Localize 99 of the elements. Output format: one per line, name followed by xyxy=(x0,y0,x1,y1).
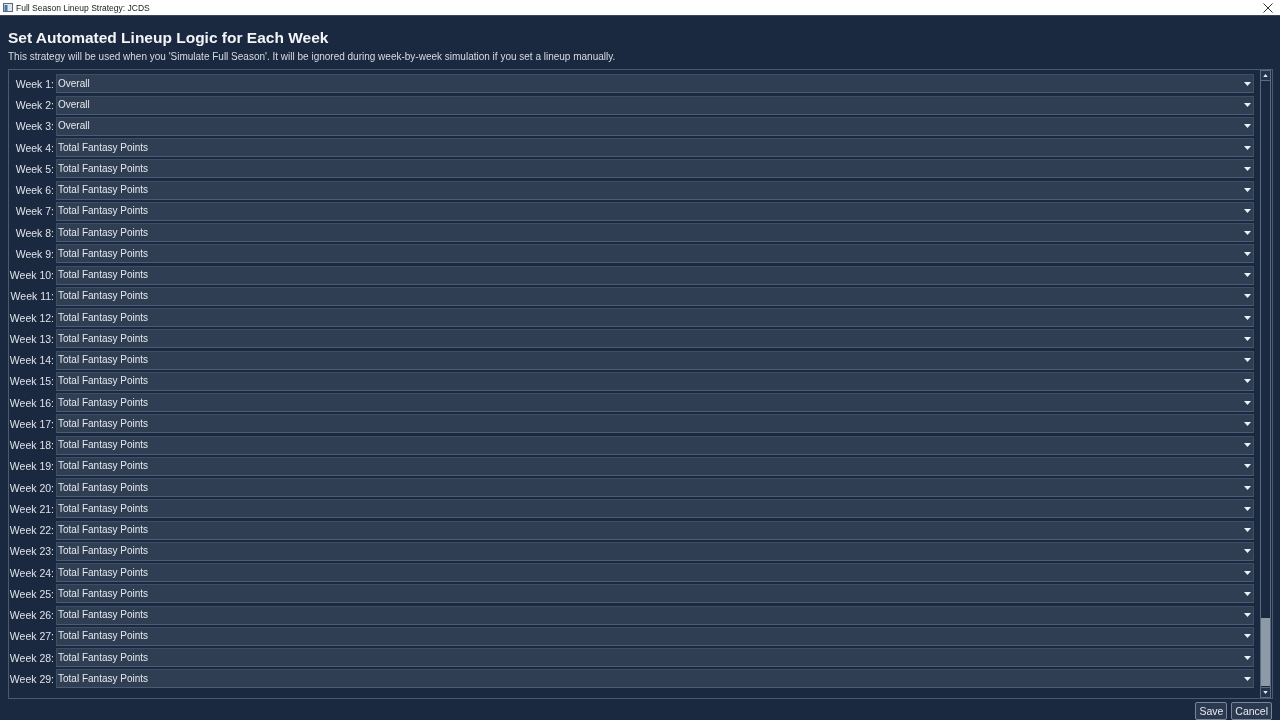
strategy-dropdown[interactable]: Total Fantasy Points xyxy=(56,138,1254,158)
week-label: Week 26: xyxy=(9,608,55,623)
caret-down-icon xyxy=(1244,570,1251,575)
strategy-dropdown[interactable]: Total Fantasy Points xyxy=(56,563,1254,583)
strategy-dropdown[interactable]: Total Fantasy Points xyxy=(56,478,1254,498)
week-label: Week 9: xyxy=(14,246,55,261)
week-label: Week 28: xyxy=(9,650,55,665)
week-label: Week 13: xyxy=(9,331,55,346)
strategy-dropdown[interactable]: Total Fantasy Points xyxy=(56,626,1254,646)
week-label: Week 17: xyxy=(9,416,55,431)
caret-down-icon xyxy=(1244,336,1251,341)
strategy-dropdown[interactable]: Overall xyxy=(56,116,1254,136)
caret-down-icon xyxy=(1244,634,1251,639)
week-label: Week 7: xyxy=(14,204,55,219)
week-label: Week 4: xyxy=(14,140,55,155)
strategy-dropdown[interactable]: Total Fantasy Points xyxy=(56,456,1254,476)
strategy-dropdown[interactable]: Total Fantasy Points xyxy=(56,180,1254,200)
caret-down-icon xyxy=(1244,188,1251,193)
week-label: Week 14: xyxy=(9,353,55,368)
strategy-dropdown[interactable]: Total Fantasy Points xyxy=(56,159,1254,179)
strategy-dropdown[interactable]: Total Fantasy Points xyxy=(56,393,1254,413)
triangle-down-icon xyxy=(1263,691,1268,694)
week-label: Week 10: xyxy=(9,268,55,283)
strategy-dropdown[interactable]: Total Fantasy Points xyxy=(56,223,1254,243)
caret-down-icon xyxy=(1244,591,1251,596)
caret-down-icon xyxy=(1244,464,1251,469)
strategy-dropdown[interactable]: Total Fantasy Points xyxy=(56,371,1254,391)
caret-down-icon xyxy=(1244,485,1251,490)
close-icon xyxy=(1263,2,1273,13)
caret-down-icon xyxy=(1244,421,1251,426)
week-label: Week 21: xyxy=(9,501,55,516)
week-label: Week 19: xyxy=(9,459,55,474)
caret-down-icon xyxy=(1244,506,1251,511)
caret-down-icon xyxy=(1244,655,1251,660)
caret-down-icon xyxy=(1244,613,1251,618)
week-label: Week 24: xyxy=(9,565,55,580)
strategy-dropdown[interactable]: Total Fantasy Points xyxy=(56,520,1254,540)
caret-down-icon xyxy=(1244,103,1251,108)
caret-down-icon xyxy=(1244,676,1251,681)
caret-down-icon xyxy=(1244,443,1251,448)
caret-down-icon xyxy=(1244,358,1251,363)
scroll-up-button[interactable] xyxy=(1261,71,1270,81)
caret-down-icon xyxy=(1244,315,1251,320)
week-label: Week 12: xyxy=(9,310,55,325)
window-icon xyxy=(3,3,13,12)
week-label: Week 15: xyxy=(9,374,55,389)
week-label: Week 20: xyxy=(9,480,55,495)
triangle-up-icon xyxy=(1263,74,1268,77)
week-label: Week 25: xyxy=(9,586,55,601)
strategy-dropdown[interactable]: Total Fantasy Points xyxy=(56,350,1254,370)
caret-down-icon xyxy=(1244,528,1251,533)
week-label: Week 1: xyxy=(14,76,55,91)
caret-down-icon xyxy=(1244,209,1251,214)
caret-down-icon xyxy=(1244,124,1251,129)
description: This strategy will be used when you 'Simulate Full Season'. It will be ignored during week-by-week simulation if you set a lineup manually. xyxy=(8,50,617,64)
week-label: Week 18: xyxy=(9,438,55,453)
strategy-dropdown[interactable]: Total Fantasy Points xyxy=(56,435,1254,455)
strategy-dropdown[interactable]: Total Fantasy Points xyxy=(56,414,1254,434)
caret-down-icon xyxy=(1244,400,1251,405)
week-label: Week 6: xyxy=(14,183,55,198)
dialog-button[interactable]: Cancel xyxy=(1231,702,1272,720)
strategy-dropdown[interactable]: Total Fantasy Points xyxy=(56,329,1254,349)
strategy-dropdown[interactable]: Total Fantasy Points xyxy=(56,265,1254,285)
caret-down-icon xyxy=(1244,379,1251,384)
week-label: Week 29: xyxy=(9,671,55,686)
caret-down-icon xyxy=(1244,251,1251,256)
strategy-dropdown[interactable]: Overall xyxy=(56,74,1254,94)
caret-down-icon xyxy=(1244,81,1251,86)
caret-down-icon xyxy=(1244,294,1251,299)
scrollbar-thumb[interactable] xyxy=(1261,618,1270,686)
week-label: Week 11: xyxy=(9,289,55,304)
strategy-dropdown[interactable]: Total Fantasy Points xyxy=(56,541,1254,561)
week-label: Week 5: xyxy=(14,161,55,176)
strategy-dropdown[interactable]: Total Fantasy Points xyxy=(56,286,1254,306)
caret-down-icon xyxy=(1244,273,1251,278)
scroll-down-button[interactable] xyxy=(1261,687,1270,697)
strategy-dropdown[interactable]: Total Fantasy Points xyxy=(56,584,1254,604)
week-label: Week 22: xyxy=(9,523,55,538)
week-label: Week 2: xyxy=(14,98,55,113)
week-label: Week 16: xyxy=(9,395,55,410)
strategy-dropdown[interactable]: Total Fantasy Points xyxy=(56,244,1254,264)
caret-down-icon xyxy=(1244,166,1251,171)
caret-down-icon xyxy=(1244,230,1251,235)
strategy-dropdown[interactable]: Total Fantasy Points xyxy=(56,499,1254,519)
strategy-dropdown[interactable]: Total Fantasy Points xyxy=(56,669,1254,689)
strategy-dropdown[interactable]: Overall xyxy=(56,95,1254,115)
heading: Set Automated Lineup Logic for Each Week xyxy=(8,28,330,48)
window-title: Full Season Lineup Strategy: JCDS xyxy=(16,1,150,14)
dialog-button[interactable]: Save xyxy=(1195,702,1228,720)
strategy-dropdown[interactable]: Total Fantasy Points xyxy=(56,648,1254,668)
strategy-dropdown[interactable]: Total Fantasy Points xyxy=(56,201,1254,221)
caret-down-icon xyxy=(1244,549,1251,554)
week-label: Week 8: xyxy=(14,225,55,240)
week-label: Week 27: xyxy=(9,629,55,644)
caret-down-icon xyxy=(1244,145,1251,150)
strategy-dropdown[interactable]: Total Fantasy Points xyxy=(56,605,1254,625)
strategy-dropdown[interactable]: Total Fantasy Points xyxy=(56,308,1254,328)
week-label: Week 23: xyxy=(9,544,55,559)
week-label: Week 3: xyxy=(14,119,55,134)
